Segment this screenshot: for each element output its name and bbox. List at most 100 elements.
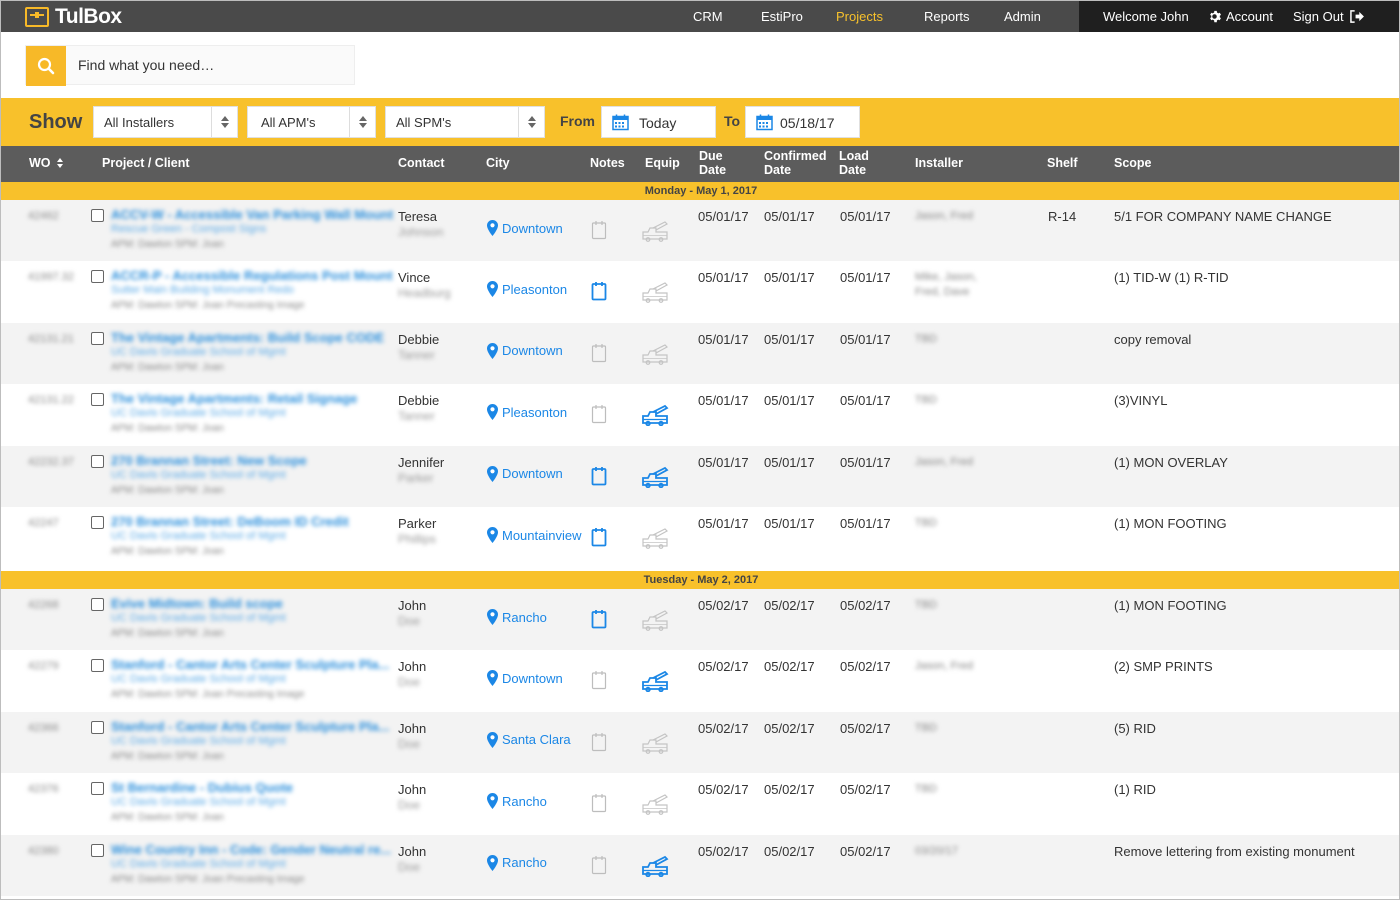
from-date-input[interactable]: Today bbox=[601, 106, 716, 138]
wo-number[interactable]: 42366 bbox=[28, 722, 59, 734]
notes-icon[interactable] bbox=[591, 343, 607, 368]
project-title-link[interactable]: Stanford - Cantor Arts Center Sculpture … bbox=[111, 719, 389, 734]
search-input[interactable] bbox=[78, 46, 348, 84]
notes-icon[interactable] bbox=[591, 670, 607, 695]
crane-truck-icon[interactable] bbox=[641, 343, 669, 370]
project-title-link[interactable]: ACCV-W - Accessible Van Parking Wall Mou… bbox=[111, 207, 393, 222]
account-link[interactable]: Account bbox=[1208, 9, 1273, 24]
city-link[interactable]: Downtown bbox=[487, 670, 563, 687]
wo-number[interactable]: 42380 bbox=[28, 845, 59, 857]
project-title-link[interactable]: Evive Midtown: Build scope bbox=[111, 596, 283, 611]
project-client-link[interactable]: UC Davis Graduate School of Mgmt bbox=[111, 735, 286, 747]
wo-number[interactable]: 42131.22 bbox=[28, 394, 74, 406]
wo-number[interactable]: 42247 bbox=[28, 517, 59, 529]
project-client-link[interactable]: UC Davis Graduate School of Mgmt bbox=[111, 407, 286, 419]
city-link[interactable]: Rancho bbox=[487, 854, 547, 871]
wo-number[interactable]: 42279 bbox=[28, 660, 59, 672]
row-checkbox[interactable] bbox=[91, 843, 104, 857]
project-title-link[interactable]: The Vintage Apartments: Build Scope CODE bbox=[111, 330, 384, 345]
crane-truck-icon[interactable] bbox=[641, 855, 669, 882]
crane-truck-icon[interactable] bbox=[641, 609, 669, 636]
project-client-link[interactable]: Sutter Main Building Monument Redo bbox=[111, 284, 294, 296]
nav-item-estipro[interactable]: EstiPro bbox=[761, 9, 803, 24]
project-client-link[interactable]: UC Davis Graduate School of Mgmt bbox=[111, 346, 286, 358]
city-link[interactable]: Rancho bbox=[487, 609, 547, 625]
project-client-link[interactable]: UC Davis Graduate School of Mgmt bbox=[111, 858, 286, 870]
wo-number[interactable]: 42462 bbox=[28, 210, 59, 222]
column-header-scope[interactable]: Scope bbox=[1114, 156, 1152, 170]
sign-out-link[interactable]: Sign Out bbox=[1293, 9, 1364, 24]
spm-select[interactable]: All SPM's bbox=[385, 106, 545, 138]
row-checkbox[interactable] bbox=[91, 454, 104, 468]
table-row[interactable]: 41997.32 ACCR-P - Accessible Regulations … bbox=[1, 261, 1399, 322]
notes-icon[interactable] bbox=[591, 466, 607, 491]
wo-number[interactable]: 42232.37 bbox=[28, 456, 74, 468]
column-header-wo[interactable]: WO bbox=[29, 156, 63, 170]
table-row[interactable]: 42131.22 The Vintage Apartments: Retail S… bbox=[1, 384, 1399, 445]
city-link[interactable]: Pleasonton bbox=[487, 281, 567, 298]
project-client-link[interactable]: UC Davis Graduate School of Mgmt bbox=[111, 530, 286, 542]
table-row[interactable]: 42131.21 The Vintage Apartments: Build Sc… bbox=[1, 322, 1399, 384]
city-link[interactable]: Rancho bbox=[487, 793, 547, 810]
column-header-load-date[interactable]: Load Date bbox=[839, 149, 869, 177]
column-header-confirmed-date[interactable]: Confirmed Date bbox=[764, 149, 827, 177]
table-row[interactable]: 42366 Stanford - Cantor Arts Center Sculp… bbox=[1, 711, 1399, 773]
column-header-city[interactable]: City bbox=[486, 156, 510, 170]
crane-truck-icon[interactable] bbox=[641, 732, 669, 759]
notes-icon[interactable] bbox=[591, 404, 607, 429]
column-header-project[interactable]: Project / Client bbox=[102, 156, 190, 170]
table-row[interactable]: 42380 Wine Country Inn - Code: Gender Neu… bbox=[1, 834, 1399, 896]
table-row[interactable]: 42462 ACCV-W - Accessible Van Parking Wal… bbox=[1, 200, 1399, 261]
logo[interactable]: TulBox bbox=[25, 5, 122, 29]
row-checkbox[interactable] bbox=[91, 720, 104, 734]
wo-number[interactable]: 41997.32 bbox=[28, 271, 74, 283]
table-row[interactable]: 42279 Stanford - Cantor Arts Center Sculp… bbox=[1, 650, 1399, 711]
nav-item-admin[interactable]: Admin bbox=[1004, 9, 1041, 24]
notes-icon[interactable] bbox=[591, 793, 607, 818]
city-link[interactable]: Santa Clara bbox=[487, 731, 571, 748]
city-link[interactable]: Pleasonton bbox=[487, 404, 567, 421]
table-row[interactable]: 42247 270 Brannan Street: DeBoom ID Credi… bbox=[1, 507, 1399, 568]
column-header-shelf[interactable]: Shelf bbox=[1047, 156, 1078, 170]
wo-number[interactable]: 42131.21 bbox=[28, 333, 74, 345]
nav-item-projects[interactable]: Projects bbox=[836, 9, 883, 24]
notes-icon[interactable] bbox=[591, 527, 607, 552]
project-client-link[interactable]: UC Davis Graduate School of Mgmt bbox=[111, 612, 286, 624]
column-header-contact[interactable]: Contact bbox=[398, 156, 445, 170]
notes-icon[interactable] bbox=[591, 220, 607, 245]
project-client-link[interactable]: UC Davis Graduate School of Mgmt bbox=[111, 673, 286, 685]
column-header-installer[interactable]: Installer bbox=[915, 156, 963, 170]
crane-truck-icon[interactable] bbox=[641, 281, 669, 308]
row-checkbox[interactable] bbox=[91, 393, 104, 407]
row-checkbox[interactable] bbox=[91, 209, 104, 222]
table-row[interactable]: 42268 Evive Midtown: Build scope UC Davis … bbox=[1, 589, 1399, 650]
wo-number[interactable]: 42268 bbox=[28, 599, 59, 611]
crane-truck-icon[interactable] bbox=[641, 404, 669, 431]
project-title-link[interactable]: The Vintage Apartments: Retail Signage bbox=[111, 391, 357, 406]
crane-truck-icon[interactable] bbox=[641, 527, 669, 554]
row-checkbox[interactable] bbox=[91, 659, 104, 673]
project-client-link[interactable]: Rescue Green - Compost Signs bbox=[111, 223, 266, 235]
apm-select[interactable]: All APM's bbox=[247, 106, 376, 138]
project-title-link[interactable]: ACCR-P - Accessible Regulations Post Mou… bbox=[111, 268, 393, 283]
notes-icon[interactable] bbox=[591, 732, 607, 757]
crane-truck-icon[interactable] bbox=[641, 670, 669, 697]
project-title-link[interactable]: 270 Brannan Street: DeBoom ID Credit bbox=[111, 514, 349, 529]
city-link[interactable]: Downtown bbox=[487, 342, 563, 359]
crane-truck-icon[interactable] bbox=[641, 793, 669, 820]
row-checkbox[interactable] bbox=[91, 270, 104, 284]
column-header-notes[interactable]: Notes bbox=[590, 156, 625, 170]
column-header-due-date[interactable]: Due Date bbox=[699, 149, 726, 177]
row-checkbox[interactable] bbox=[91, 782, 104, 796]
crane-truck-icon[interactable] bbox=[641, 220, 669, 247]
city-link[interactable]: Mountainview bbox=[487, 527, 582, 543]
project-client-link[interactable]: UC Davis Graduate School of Mgmt bbox=[111, 469, 286, 481]
nav-item-reports[interactable]: Reports bbox=[924, 9, 970, 24]
notes-icon[interactable] bbox=[591, 281, 607, 306]
project-title-link[interactable]: Stanford - Cantor Arts Center Sculpture … bbox=[111, 657, 389, 672]
project-client-link[interactable]: UC Davis Graduate School of Mgmt bbox=[111, 796, 286, 808]
project-title-link[interactable]: Wine Country Inn - Code: Gender Neutral … bbox=[111, 842, 391, 857]
city-link[interactable]: Downtown bbox=[487, 465, 563, 482]
city-link[interactable]: Downtown bbox=[487, 220, 563, 236]
installers-select[interactable]: All Installers bbox=[93, 106, 238, 138]
